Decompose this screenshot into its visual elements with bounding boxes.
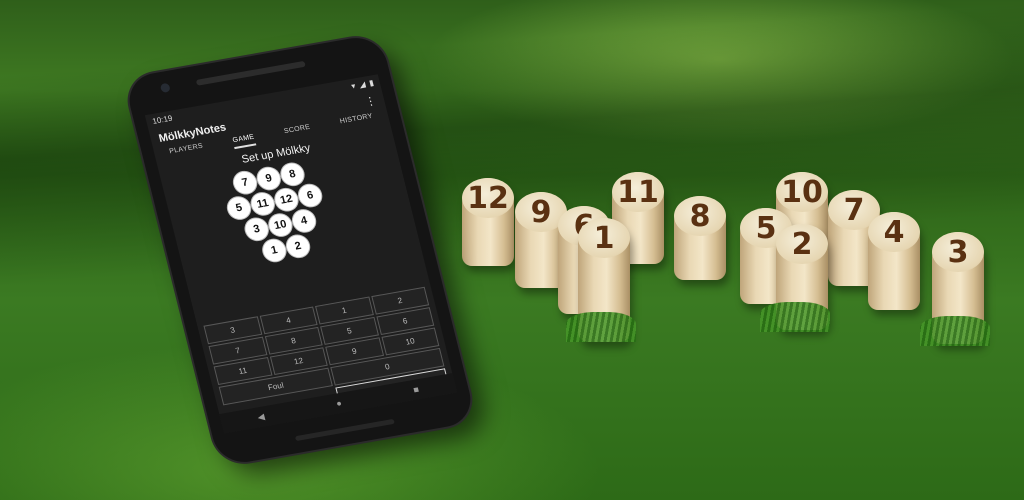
pin-button-6[interactable]: 6 <box>296 182 324 209</box>
grass-tuft <box>760 302 830 332</box>
skittle-number: 11 <box>612 172 664 212</box>
pin-button-10[interactable]: 10 <box>266 212 294 238</box>
back-icon[interactable]: ◀ <box>256 411 265 423</box>
bottom-speaker <box>294 418 395 442</box>
tab-players[interactable]: PLAYERS <box>169 143 205 161</box>
earpiece-speaker <box>195 60 306 86</box>
skittle-8: 8 <box>674 196 726 280</box>
skittle-number: 3 <box>932 232 984 272</box>
skittle-12: 12 <box>462 178 514 266</box>
tab-history[interactable]: HISTORY <box>339 113 374 130</box>
battery-icon: ▮ <box>368 78 375 88</box>
pin-button-2[interactable]: 2 <box>284 233 312 259</box>
recents-icon[interactable]: ■ <box>412 384 420 395</box>
photo-background: 12 9 6 11 8 10 7 5 4 1 2 3 10:19 <box>0 0 1024 500</box>
pin-button-3[interactable]: 3 <box>243 216 271 242</box>
tab-game[interactable]: GAME <box>231 133 257 150</box>
wifi-icon: ▾ <box>350 81 357 91</box>
skittle-number: 2 <box>776 224 828 264</box>
grass-tuft <box>920 316 990 346</box>
pin-button-11[interactable]: 11 <box>249 191 277 217</box>
skittle-number: 10 <box>776 172 828 212</box>
status-time: 10:19 <box>151 113 174 126</box>
pin-button-4[interactable]: 4 <box>290 208 318 234</box>
signal-icon: ◢ <box>358 79 367 90</box>
skittle-number: 12 <box>462 178 514 218</box>
pin-button-5[interactable]: 5 <box>225 195 253 221</box>
overflow-menu-icon[interactable]: ⋮ <box>364 94 378 109</box>
pin-button-12[interactable]: 12 <box>272 187 300 213</box>
home-icon[interactable]: ● <box>335 398 343 409</box>
pin-button-9[interactable]: 9 <box>255 165 283 192</box>
pin-button-1[interactable]: 1 <box>260 237 288 264</box>
pin-button-7[interactable]: 7 <box>231 170 259 196</box>
grass-tuft <box>566 312 636 342</box>
skittle-number: 1 <box>578 218 630 258</box>
front-camera <box>159 82 171 94</box>
tab-score[interactable]: SCORE <box>283 124 312 140</box>
skittle-4: 4 <box>868 212 920 310</box>
skittle-number: 4 <box>868 212 920 252</box>
pin-button-8[interactable]: 8 <box>278 161 306 187</box>
skittle-number: 8 <box>674 196 726 236</box>
